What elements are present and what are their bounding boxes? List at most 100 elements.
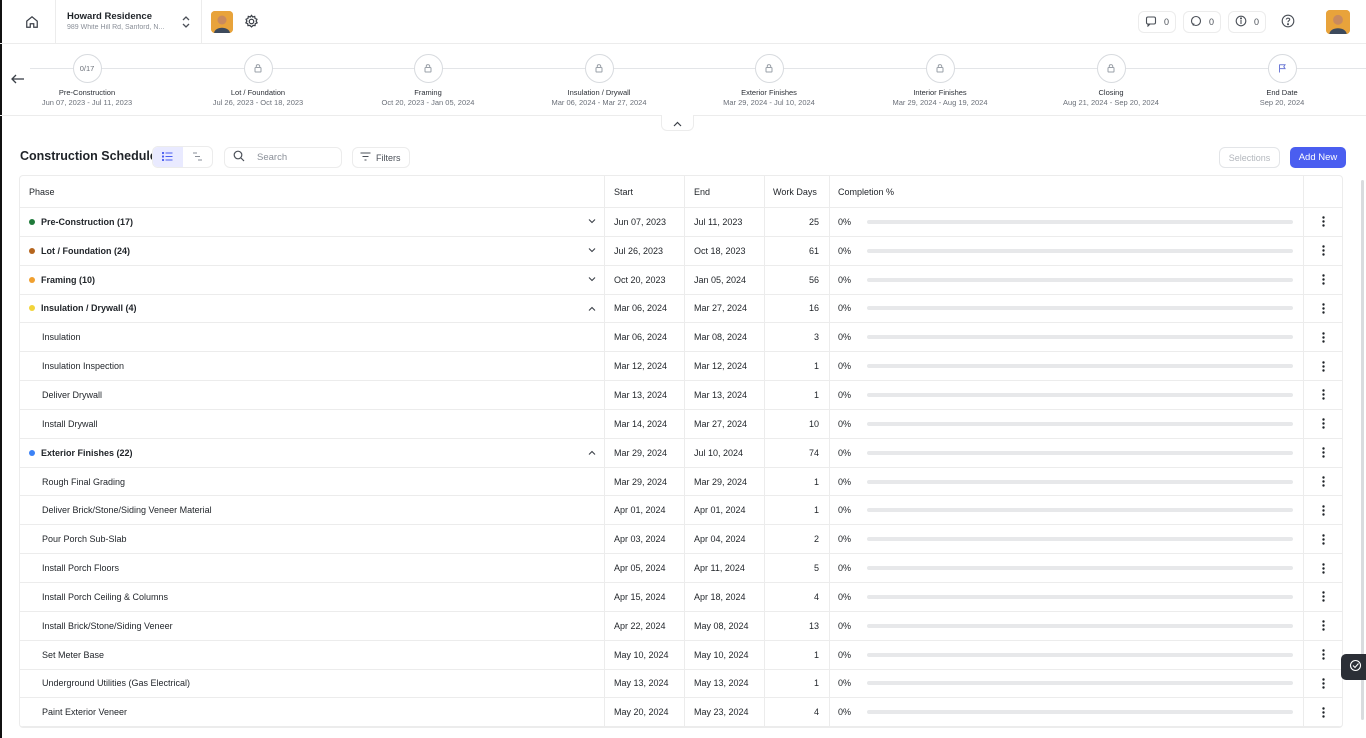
phase-group-row[interactable]: Pre-Construction (17) Jun 07, 2023 Jul 11,…	[20, 208, 1342, 237]
phase-group-row[interactable]: Insulation / Drywall (4) Mar 06, 2024 Mar …	[20, 294, 1342, 324]
chevron-down-icon[interactable]	[580, 237, 604, 265]
more-vertical-icon[interactable]	[1317, 591, 1329, 603]
work-days-cell[interactable]: 25	[764, 208, 829, 236]
end-date-cell[interactable]: Oct 18, 2023	[684, 236, 764, 265]
end-date-cell[interactable]: Jul 10, 2024	[684, 438, 764, 467]
more-vertical-icon[interactable]	[1317, 418, 1329, 430]
task-row[interactable]: Deliver Brick/Stone/Siding Veneer Materi…	[20, 496, 1342, 526]
end-date-cell[interactable]: Apr 18, 2024	[684, 582, 764, 611]
user-avatar[interactable]	[1326, 10, 1350, 34]
end-date-cell[interactable]: May 13, 2024	[684, 669, 764, 698]
work-days-cell[interactable]: 5	[764, 554, 829, 582]
timeline-step-lot-foundation[interactable]: Lot / Foundation Jul 26, 2023 - Oct 18, …	[178, 54, 338, 107]
task-row[interactable]: Insulation Inspection Mar 12, 2024 Mar 12,…	[20, 352, 1342, 382]
start-date-cell[interactable]: Oct 20, 2023	[604, 265, 684, 294]
quick-action-button[interactable]	[1341, 654, 1366, 680]
start-date-cell[interactable]: May 13, 2024	[604, 669, 684, 698]
end-date-cell[interactable]: Mar 27, 2024	[684, 294, 764, 323]
filters-button[interactable]: Filters	[352, 147, 410, 168]
column-header-phase[interactable]: Phase	[20, 176, 604, 207]
collapse-timeline-button[interactable]	[661, 115, 694, 131]
task-row[interactable]: Install Porch Floors Apr 05, 2024 Apr 11, …	[20, 554, 1342, 583]
end-date-cell[interactable]: Mar 29, 2024	[684, 467, 764, 496]
timeline-step-exterior-finishes[interactable]: Exterior Finishes Mar 29, 2024 - Jul 10,…	[689, 54, 849, 107]
more-vertical-icon[interactable]	[1317, 677, 1329, 689]
start-date-cell[interactable]: Mar 29, 2024	[604, 467, 684, 496]
more-vertical-icon[interactable]	[1317, 620, 1329, 632]
start-date-cell[interactable]: Mar 14, 2024	[604, 409, 684, 438]
messages-counter[interactable]: 0	[1138, 11, 1177, 33]
timeline-step-end-date[interactable]: End Date Sep 20, 2024	[1202, 54, 1362, 107]
more-vertical-icon[interactable]	[1317, 504, 1329, 516]
end-date-cell[interactable]: Jul 11, 2023	[684, 208, 764, 236]
more-vertical-icon[interactable]	[1317, 331, 1329, 343]
start-date-cell[interactable]: May 10, 2024	[604, 640, 684, 669]
gantt-view-button[interactable]	[183, 147, 213, 167]
task-row[interactable]: Deliver Drywall Mar 13, 2024 Mar 13, 2024 1…	[20, 381, 1342, 410]
more-vertical-icon[interactable]	[1317, 533, 1329, 545]
start-date-cell[interactable]: Mar 13, 2024	[604, 381, 684, 409]
work-days-cell[interactable]: 4	[764, 582, 829, 611]
work-days-cell[interactable]: 56	[764, 265, 829, 294]
timeline-step-pre-construction[interactable]: 0/17 Pre-Construction Jun 07, 2023 - Jul…	[7, 54, 167, 107]
project-avatar[interactable]	[211, 11, 233, 33]
end-date-cell[interactable]: Apr 01, 2024	[684, 496, 764, 525]
search-input[interactable]	[257, 152, 337, 163]
start-date-cell[interactable]: Jun 07, 2023	[604, 208, 684, 236]
end-date-cell[interactable]: Jan 05, 2024	[684, 265, 764, 294]
alerts-counter[interactable]: 0	[1228, 11, 1267, 33]
phase-group-row[interactable]: Exterior Finishes (22) Mar 29, 2024 Jul 10…	[20, 438, 1342, 468]
task-row[interactable]: Install Drywall Mar 14, 2024 Mar 27, 2024 1…	[20, 409, 1342, 439]
work-days-cell[interactable]: 10	[764, 409, 829, 438]
work-days-cell[interactable]: 2	[764, 525, 829, 554]
timeline-step-interior-finishes[interactable]: Interior Finishes Mar 29, 2024 - Aug 19,…	[860, 54, 1020, 107]
project-name[interactable]: Howard Residence	[67, 11, 152, 22]
end-date-cell[interactable]: Apr 04, 2024	[684, 525, 764, 554]
help-icon[interactable]	[1281, 14, 1295, 28]
start-date-cell[interactable]: Apr 22, 2024	[604, 611, 684, 640]
timeline-step-closing[interactable]: Closing Aug 21, 2024 - Sep 20, 2024	[1031, 54, 1191, 107]
column-header-completion[interactable]: Completion %	[829, 176, 1303, 207]
chevron-down-icon[interactable]	[580, 208, 604, 236]
project-switcher-icon[interactable]	[180, 15, 192, 29]
start-date-cell[interactable]: Apr 05, 2024	[604, 554, 684, 582]
work-days-cell[interactable]: 1	[764, 352, 829, 381]
more-vertical-icon[interactable]	[1317, 360, 1329, 372]
start-date-cell[interactable]: Apr 03, 2024	[604, 525, 684, 554]
chevron-up-icon[interactable]	[580, 295, 604, 323]
start-date-cell[interactable]: May 20, 2024	[604, 698, 684, 727]
more-vertical-icon[interactable]	[1317, 216, 1329, 228]
end-date-cell[interactable]: Mar 12, 2024	[684, 352, 764, 381]
work-days-cell[interactable]: 1	[764, 467, 829, 496]
start-date-cell[interactable]: Jul 26, 2023	[604, 236, 684, 265]
add-new-button[interactable]: Add New	[1290, 147, 1346, 168]
comments-counter[interactable]: 0	[1183, 11, 1222, 33]
selections-button[interactable]: Selections	[1219, 147, 1280, 168]
task-row[interactable]: Set Meter Base May 10, 2024 May 10, 2024 1 0…	[20, 640, 1342, 670]
task-row[interactable]: Pour Porch Sub-Slab Apr 03, 2024 Apr 04, 2…	[20, 525, 1342, 555]
phase-group-row[interactable]: Framing (10) Oct 20, 2023 Jan 05, 2024 56 0%	[20, 265, 1342, 295]
end-date-cell[interactable]: Mar 27, 2024	[684, 409, 764, 438]
work-days-cell[interactable]: 1	[764, 640, 829, 669]
more-vertical-icon[interactable]	[1317, 562, 1329, 574]
start-date-cell[interactable]: Mar 06, 2024	[604, 323, 684, 352]
end-date-cell[interactable]: May 08, 2024	[684, 611, 764, 640]
list-view-button[interactable]	[153, 147, 183, 167]
start-date-cell[interactable]: Mar 12, 2024	[604, 352, 684, 381]
work-days-cell[interactable]: 13	[764, 611, 829, 640]
more-vertical-icon[interactable]	[1317, 274, 1329, 286]
column-header-work-days[interactable]: Work Days	[764, 176, 829, 207]
more-vertical-icon[interactable]	[1317, 476, 1329, 488]
more-vertical-icon[interactable]	[1317, 245, 1329, 257]
task-row[interactable]: Rough Final Grading Mar 29, 2024 Mar 29, 2…	[20, 467, 1342, 497]
task-row[interactable]: Underground Utilities (Gas Electrical) Ma…	[20, 669, 1342, 699]
start-date-cell[interactable]: Mar 29, 2024	[604, 438, 684, 467]
start-date-cell[interactable]: Apr 15, 2024	[604, 582, 684, 611]
end-date-cell[interactable]: Mar 13, 2024	[684, 381, 764, 409]
more-vertical-icon[interactable]	[1317, 706, 1329, 718]
start-date-cell[interactable]: Apr 01, 2024	[604, 496, 684, 525]
end-date-cell[interactable]: Mar 08, 2024	[684, 323, 764, 352]
gear-icon[interactable]	[244, 14, 259, 29]
task-row[interactable]: Install Porch Ceiling & Columns Apr 15, 2…	[20, 582, 1342, 612]
work-days-cell[interactable]: 1	[764, 496, 829, 525]
